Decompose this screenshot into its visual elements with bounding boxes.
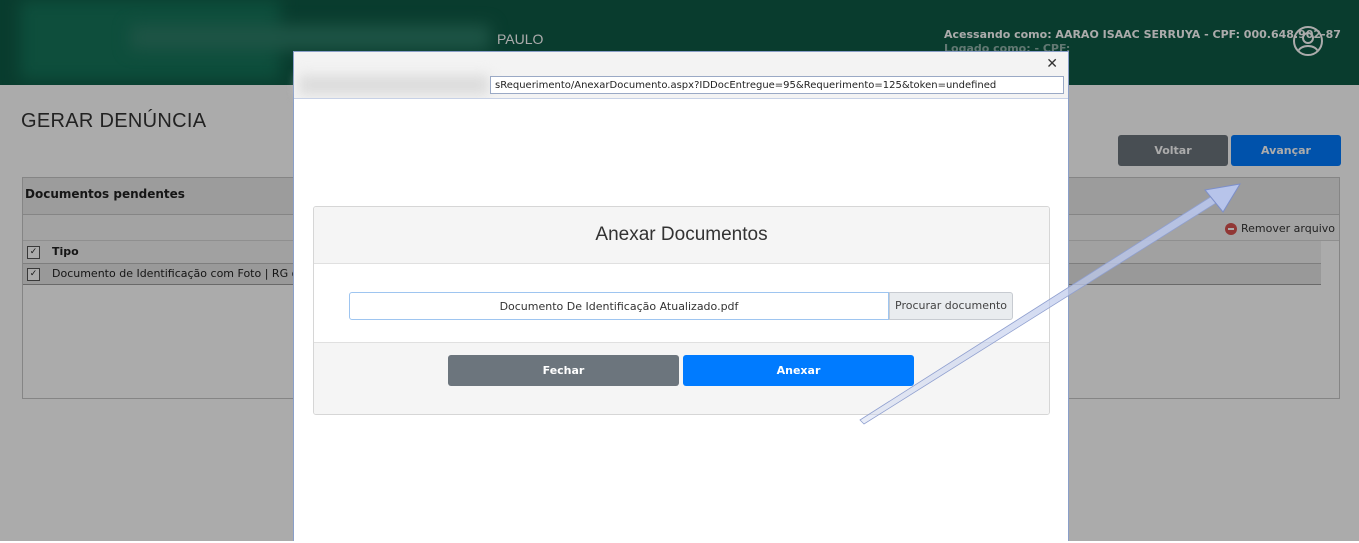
annotation-arrow bbox=[859, 183, 1241, 425]
arrow-shaft bbox=[859, 195, 1217, 425]
